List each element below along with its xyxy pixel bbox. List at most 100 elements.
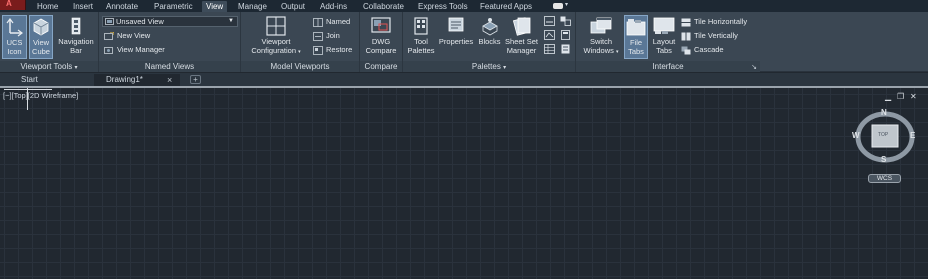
drawing-canvas[interactable]: [−][Top][2D Wireframe] ▁ ❐ ✕: [0, 88, 928, 279]
sheet-set-manager-label: Sheet Set Manager: [505, 37, 538, 55]
switch-windows-label: Switch Windows: [583, 37, 614, 55]
layer-properties-icon[interactable]: [544, 44, 555, 54]
cascade-button[interactable]: Cascade: [681, 44, 724, 56]
sheet-set-manager-button[interactable]: Sheet Set Manager: [503, 15, 540, 59]
restore-icon: [313, 45, 323, 55]
tab-annotate[interactable]: Annotate: [106, 1, 138, 12]
tab-output[interactable]: Output: [281, 1, 305, 12]
view-manager-button[interactable]: View Manager: [104, 44, 165, 56]
panel-model-viewports: Viewport Configuration ▾ Named Join Rest…: [241, 12, 360, 72]
new-view-button[interactable]: New View: [104, 30, 150, 42]
join-viewports-button[interactable]: Join: [313, 30, 340, 42]
ribbon: UCS Icon View Cube Navigation Bar Viewpo…: [0, 12, 928, 72]
minimize-icon[interactable]: ▁: [885, 93, 891, 101]
calculator-icon[interactable]: [560, 30, 571, 40]
command-line-icon[interactable]: [544, 16, 555, 26]
tab-start[interactable]: Start: [21, 74, 38, 86]
properties-button[interactable]: Properties: [437, 15, 475, 59]
layout-tabs-icon: [653, 17, 675, 34]
panel-compare: DWG Compare Compare: [360, 12, 403, 72]
wcs-menu[interactable]: WCS: [868, 174, 901, 183]
layout-tabs-button[interactable]: Layout Tabs: [650, 15, 678, 59]
new-drawing-button[interactable]: +: [190, 75, 201, 84]
tab-add-ins[interactable]: Add-ins: [320, 1, 347, 12]
blocks-label: Blocks: [478, 37, 501, 46]
dwg-compare-label: DWG Compare: [365, 37, 397, 55]
viewcube-east[interactable]: E: [910, 131, 915, 140]
viewcube-south[interactable]: S: [881, 155, 886, 164]
panel-viewport-tools: UCS Icon View Cube Navigation Bar Viewpo…: [0, 12, 99, 72]
tab-manage[interactable]: Manage: [238, 1, 267, 12]
chevron-down-icon: ▾: [565, 2, 569, 8]
new-view-icon: [104, 31, 114, 40]
tab-parametric[interactable]: Parametric: [154, 1, 193, 12]
tile-horizontally-button[interactable]: Tile Horizontally: [681, 16, 747, 28]
layout-tabs-label: Layout Tabs: [652, 37, 676, 55]
viewcube-west[interactable]: W: [852, 131, 860, 140]
view-icon: [105, 18, 114, 25]
blocks-button[interactable]: Blocks: [476, 15, 503, 59]
view-cube-label: View Cube: [32, 38, 50, 56]
restore-window-icon[interactable]: ❐: [897, 93, 904, 101]
external-references-icon[interactable]: [560, 44, 571, 54]
named-views-dropdown[interactable]: Unsaved View ▼: [102, 16, 238, 27]
application-menu-button[interactable]: A: [0, 0, 26, 10]
ucs-icon-label: UCS Icon: [6, 38, 23, 56]
panel-title-model-viewports: Model Viewports: [241, 61, 359, 72]
chevron-down-icon: ▾: [503, 65, 507, 71]
ribbon-display-toggle[interactable]: ▾: [553, 2, 571, 10]
tool-palettes-button[interactable]: Tool Palettes: [405, 15, 437, 59]
viewcube-top-face[interactable]: TOP: [878, 132, 888, 138]
ucs-icon: [6, 18, 23, 37]
file-tabs-icon: [626, 19, 646, 36]
tile-vertically-button[interactable]: Tile Vertically: [681, 30, 738, 42]
chevron-down-icon: ▾: [616, 49, 619, 55]
tab-view[interactable]: View: [202, 1, 228, 12]
viewport-configuration-label: Viewport Configuration: [251, 37, 296, 55]
design-center-icon[interactable]: [560, 16, 571, 26]
tab-featured-apps[interactable]: Featured Apps: [480, 1, 532, 12]
ucs-icon-button[interactable]: UCS Icon: [2, 15, 27, 59]
dwg-compare-icon: [371, 17, 391, 33]
cascade-icon: [681, 46, 691, 55]
chevron-down-icon: ▼: [228, 18, 234, 24]
view-cube-icon: [33, 18, 49, 36]
panel-named-views: Unsaved View ▼ New View View Manager Nam…: [99, 12, 241, 72]
markup-set-icon[interactable]: [544, 30, 555, 40]
tool-palettes-icon: [414, 17, 428, 35]
tab-insert[interactable]: Insert: [73, 1, 93, 12]
viewport-controls-label[interactable]: [−][Top][2D Wireframe]: [3, 91, 78, 100]
panel-title-palettes[interactable]: Palettes ▾: [403, 61, 575, 72]
file-tab-bar: Start Drawing1* × +: [0, 73, 928, 86]
panel-title-named-views: Named Views: [99, 61, 240, 72]
panel-title-interface: Interface: [576, 61, 760, 72]
blocks-icon: [481, 18, 498, 36]
viewcube-north[interactable]: N: [881, 108, 887, 117]
toggle-icon: [553, 3, 563, 9]
tool-palettes-label: Tool Palettes: [407, 37, 435, 55]
named-viewports-button[interactable]: Named: [313, 16, 350, 28]
tab-home[interactable]: Home: [37, 1, 58, 12]
restore-viewports-button[interactable]: Restore: [313, 44, 352, 56]
panel-title-viewport-tools[interactable]: Viewport Tools ▾: [0, 61, 98, 72]
tab-express-tools[interactable]: Express Tools: [418, 1, 468, 12]
named-viewports-icon: [313, 17, 323, 27]
panel-interface: Switch Windows ▾ File Tabs Layout Tabs T…: [576, 12, 760, 72]
crosshair-vertical: [27, 88, 28, 110]
view-cube-button[interactable]: View Cube: [29, 15, 53, 59]
file-tabs-label: File Tabs: [628, 38, 644, 56]
switch-windows-button[interactable]: Switch Windows ▾: [582, 15, 620, 59]
file-tabs-button[interactable]: File Tabs: [624, 15, 648, 59]
sheet-set-manager-icon: [512, 17, 530, 36]
tab-collaborate[interactable]: Collaborate: [363, 1, 404, 12]
tab-drawing1[interactable]: Drawing1* ×: [94, 74, 180, 86]
close-icon[interactable]: ×: [167, 74, 172, 86]
properties-label: Properties: [438, 37, 474, 46]
properties-icon: [448, 17, 464, 32]
panel-launcher-icon[interactable]: ↘: [751, 63, 757, 71]
viewport-configuration-button[interactable]: Viewport Configuration ▾: [249, 15, 303, 59]
close-icon[interactable]: ✕: [910, 93, 917, 101]
navigation-bar-button[interactable]: Navigation Bar: [55, 15, 97, 59]
dwg-compare-button[interactable]: DWG Compare: [362, 15, 400, 59]
autocad-logo-icon: A: [6, 0, 12, 8]
